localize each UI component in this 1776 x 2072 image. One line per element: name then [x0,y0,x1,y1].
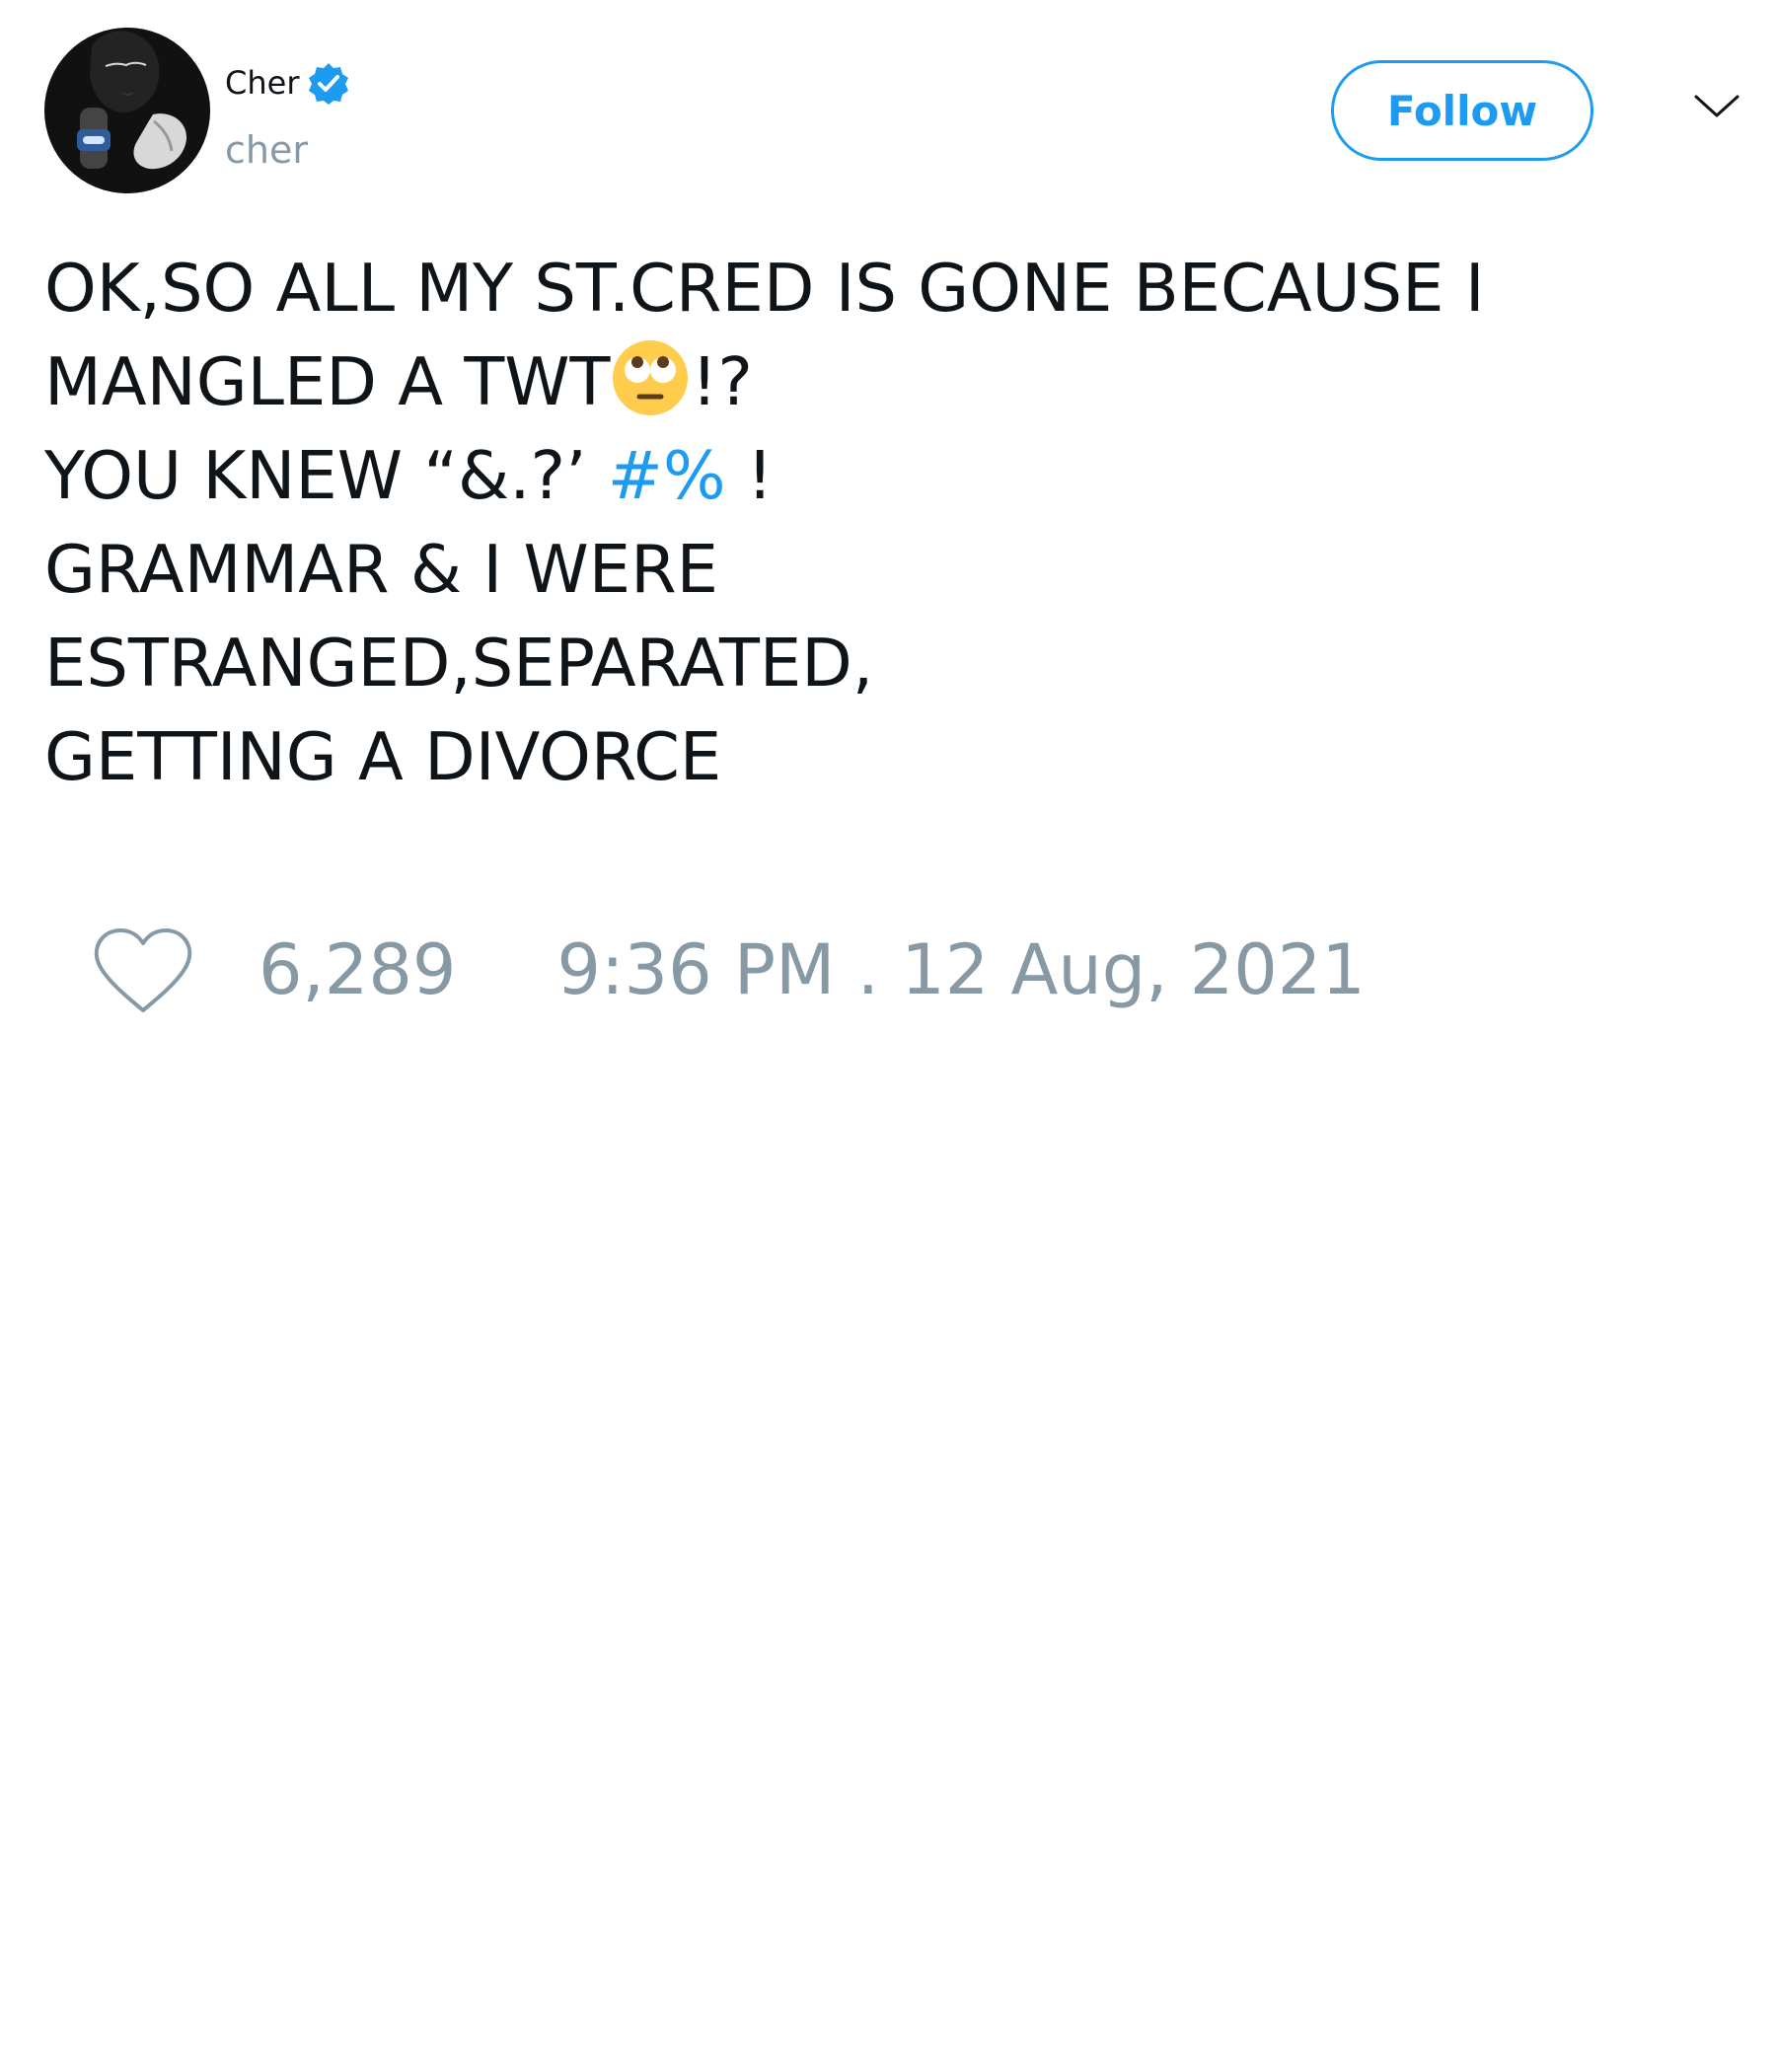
handle[interactable]: cher [225,126,308,174]
verified-badge-icon [309,63,349,105]
heart-icon [94,928,192,1012]
tweet-text: OK,SO ALL MY ST.CRED IS GONE BECAUSE I M… [44,242,1722,804]
avatar[interactable] [44,28,210,193]
profile-photo [44,28,210,193]
like-count[interactable]: 6,289 [259,923,456,1017]
display-name-row[interactable]: Cher [225,61,350,105]
more-options-button[interactable] [1693,89,1740,124]
tweet-line-3-text: YOU KNEW “&.?’ [44,437,608,514]
follow-button[interactable]: Follow [1331,60,1593,161]
tweet-line-1: OK,SO ALL MY ST.CRED IS GONE BECAUSE I [44,250,1485,327]
tweet-line-2-suffix: !? [691,343,753,420]
tweet-footer: 6,289 9:36 PM . 12 Aug, 2021 [91,916,1366,1024]
face-with-rolling-eyes-icon [613,340,689,415]
like-button[interactable] [91,924,195,1016]
tweet-line-4: GRAMMAR & I WERE [44,531,718,608]
timestamp[interactable]: 9:36 PM . 12 Aug, 2021 [556,923,1365,1017]
tweet-line-3: YOU KNEW “&.?’ #% ! [44,429,1722,523]
tweet-line-5: ESTRANGED,SEPARATED, [44,625,874,702]
tweet-line-2-text: MANGLED A TWT [44,343,611,420]
display-name[interactable]: Cher [225,61,299,105]
chevron-down-icon [1694,95,1739,117]
hashtag-link[interactable]: #% [608,437,726,514]
tweet-line-2: MANGLED A TWT !? [44,335,1722,429]
tweet-line-3-suffix: ! [725,437,774,514]
tweet-line-6: GETTING A DIVORCE [44,718,722,795]
